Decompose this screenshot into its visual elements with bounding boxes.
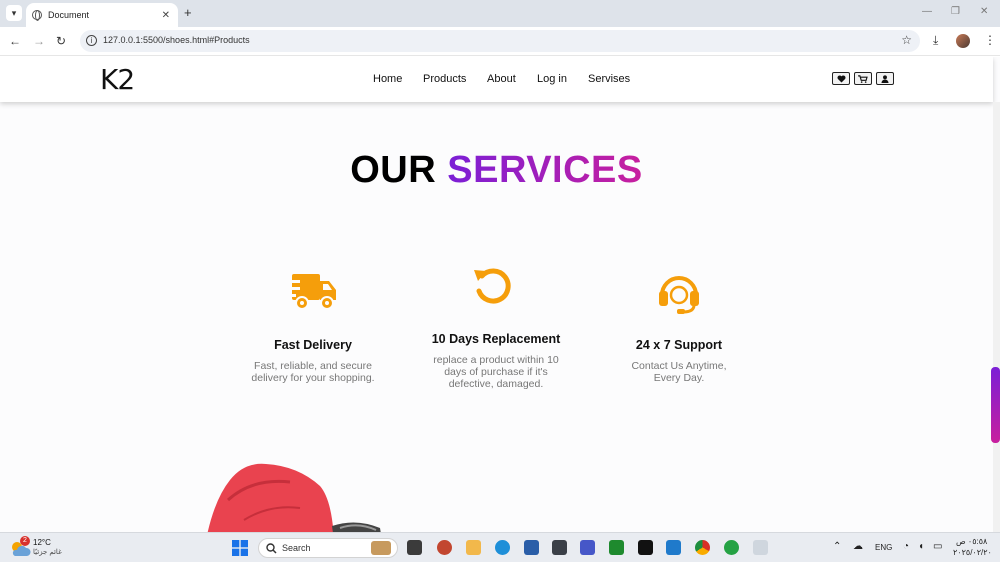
tray-overflow-icon[interactable]: ⌃: [833, 541, 841, 552]
tab-title: Document: [48, 10, 90, 20]
restore-icon[interactable]: ❐: [951, 6, 960, 17]
service-card-replacement: 10 Days Replacement replace a product wi…: [428, 332, 564, 390]
service-title: 24 x 7 Support: [635, 338, 723, 352]
weather-notification-badge: 2: [20, 536, 30, 546]
new-tab-button[interactable]: +: [184, 5, 192, 20]
search-icon: [266, 543, 277, 554]
heading-dark-text: OUR: [350, 149, 437, 191]
browser-tab-strip: ▾ Document ✕ + — ❐ ✕: [0, 0, 1000, 27]
file-explorer-icon[interactable]: [466, 540, 481, 555]
site-navbar: K2 Home Products About Log in Servises: [0, 57, 993, 102]
service-description: Fast, reliable, and secure delivery for …: [251, 360, 375, 384]
replacement-arrow-icon: [474, 268, 511, 304]
chrome-icon[interactable]: [695, 540, 710, 555]
account-button[interactable]: [876, 72, 894, 85]
clock-time[interactable]: ٠٥:٥٨ ص: [956, 537, 987, 546]
forward-icon[interactable]: →: [33, 34, 45, 48]
service-card-support: 24 x 7 Support Contact Us Anytime, Every…: [612, 338, 746, 384]
product-shoe-image: [207, 463, 381, 532]
nav-link-login[interactable]: Log in: [537, 73, 567, 85]
nav-link-services[interactable]: Servises: [588, 73, 630, 85]
user-icon: [881, 74, 889, 83]
store-icon[interactable]: [524, 540, 539, 555]
cart-button[interactable]: [854, 72, 872, 85]
app-desk-icon[interactable]: [753, 540, 768, 555]
task-view-icon[interactable]: [407, 540, 422, 555]
wishlist-button[interactable]: [832, 72, 850, 85]
heart-icon: [837, 74, 845, 83]
language-indicator[interactable]: ENG: [875, 543, 892, 552]
cart-icon: [858, 74, 868, 83]
menu-kebab-icon[interactable]: ⋮: [984, 33, 996, 47]
download-icon[interactable]: ⤓: [933, 33, 938, 48]
network-cloud-icon[interactable]: ☁: [853, 541, 863, 552]
bookmark-star-icon[interactable]: ☆: [901, 33, 912, 47]
service-card-delivery: Fast Delivery Fast, reliable, and secure…: [248, 338, 378, 384]
services-heading: OUR SERVICES: [0, 149, 993, 192]
globe-icon: [32, 10, 42, 21]
nav-link-home[interactable]: Home: [373, 73, 402, 85]
taskbar-search-box[interactable]: Search: [258, 538, 398, 558]
headset-support-icon: [659, 276, 699, 314]
volume-icon[interactable]: ◖: [918, 541, 924, 552]
url-text[interactable]: 127.0.0.1:5500/shoes.html#Products: [103, 35, 250, 45]
windows-start-icon[interactable]: [232, 540, 248, 556]
browser-toolbar: ← → ↻ i 127.0.0.1:5500/shoes.html#Produc…: [0, 27, 1000, 56]
weather-description[interactable]: غائم جزئيًا: [33, 548, 62, 556]
window-close-icon[interactable]: ✕: [980, 6, 988, 17]
service-description: replace a product within 10 days of purc…: [433, 354, 559, 390]
battery-icon[interactable]: ▭: [933, 541, 942, 552]
search-placeholder: Search: [282, 543, 311, 553]
tab-search-button[interactable]: ▾: [6, 5, 22, 21]
search-highlight-image: [371, 541, 391, 555]
browser-tab[interactable]: Document ✕: [26, 3, 178, 27]
reload-icon[interactable]: ↻: [56, 34, 66, 48]
clock-date[interactable]: ٢٠٢٥/٠٢/٢٠: [953, 548, 992, 557]
page-viewport: K2 Home Products About Log in Servises O…: [0, 57, 1000, 532]
profile-avatar[interactable]: [956, 34, 970, 48]
xbox-icon[interactable]: [609, 540, 624, 555]
app-cube-icon[interactable]: [552, 540, 567, 555]
service-description: Contact Us Anytime, Every Day.: [631, 360, 727, 384]
whatsapp-icon[interactable]: [724, 540, 739, 555]
minimize-icon[interactable]: —: [922, 6, 932, 17]
page-scrollbar-track[interactable]: [993, 102, 1000, 532]
wifi-icon[interactable]: ◔: [903, 541, 909, 552]
app-notes-icon[interactable]: [580, 540, 595, 555]
service-title: Fast Delivery: [274, 338, 352, 352]
delivery-truck-icon: [286, 274, 336, 310]
close-icon[interactable]: ✕: [162, 10, 170, 21]
page-scrollbar-thumb[interactable]: [991, 367, 1000, 443]
site-info-icon[interactable]: i: [86, 35, 97, 46]
heading-accent-text: SERVICES: [447, 149, 643, 191]
app-tv-icon[interactable]: [638, 540, 653, 555]
app-p-icon[interactable]: [437, 540, 452, 555]
site-logo[interactable]: K2: [100, 63, 135, 96]
weather-temperature[interactable]: 12°C: [33, 538, 51, 547]
edge-browser-icon[interactable]: [495, 540, 510, 555]
back-icon[interactable]: ←: [9, 34, 21, 48]
address-bar[interactable]: i 127.0.0.1:5500/shoes.html#Products ☆: [80, 30, 920, 52]
nav-link-about[interactable]: About: [487, 73, 516, 85]
os-taskbar: 2 12°C غائم جزئيًا Search ⌃ ☁ ENG ◔ ◖ ▭ …: [0, 532, 1000, 562]
service-title: 10 Days Replacement: [431, 332, 561, 346]
vscode-icon[interactable]: [666, 540, 681, 555]
nav-link-products[interactable]: Products: [423, 73, 466, 85]
